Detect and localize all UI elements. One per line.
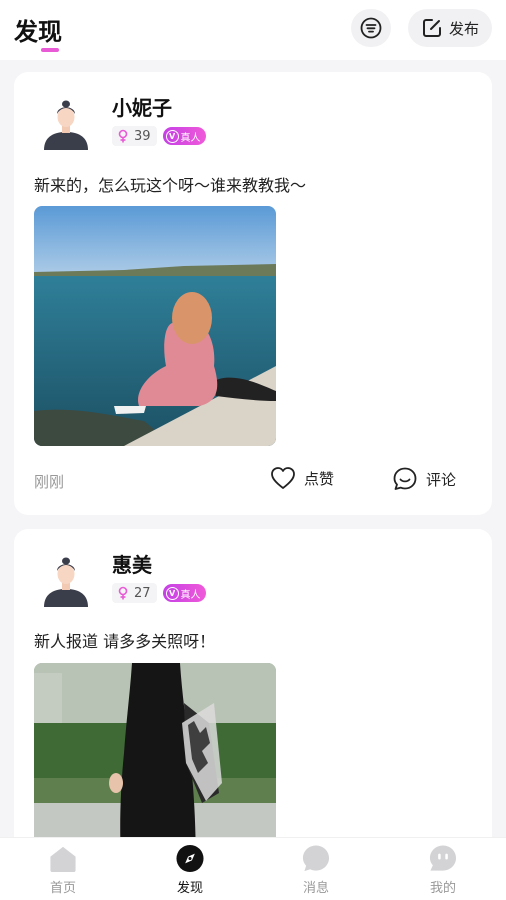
female-icon <box>118 586 128 600</box>
tab-home-label: 首页 <box>49 881 76 896</box>
post-photo[interactable] <box>34 663 276 837</box>
post-text: 新人报道 请多多关照呀！ <box>34 632 216 651</box>
feed-list[interactable]: 小妮子 39 V 真人 新来的，怎么玩这个呀～谁来教教我～ 刚刚 点赞 评论 惠… <box>0 60 506 837</box>
avatar[interactable] <box>42 98 90 150</box>
username[interactable]: 惠美 <box>112 549 152 578</box>
page-title: 发现 <box>14 18 62 46</box>
garden-photo-image <box>34 663 276 837</box>
post-time: 刚刚 <box>34 473 65 491</box>
tab-discover[interactable]: 发现 <box>150 844 230 896</box>
verified-mark: V <box>165 586 179 600</box>
age-badge: 27 <box>112 583 157 603</box>
compass-icon <box>176 844 204 873</box>
comment-icon <box>393 467 417 490</box>
tab-messages[interactable]: 消息 <box>276 844 356 896</box>
top-header: 发现 发布 <box>0 0 506 60</box>
message-icon <box>302 845 330 872</box>
tab-home[interactable]: 首页 <box>23 844 103 896</box>
tab-discover-label: 发现 <box>176 881 203 896</box>
heart-icon <box>271 467 295 489</box>
user-meta: 27 V 真人 <box>112 583 206 603</box>
profile-icon <box>429 845 457 871</box>
edit-icon <box>422 19 441 37</box>
verified-mark: V <box>165 129 179 143</box>
tab-profile-label: 我的 <box>429 881 456 896</box>
user-meta: 39 V 真人 <box>112 126 206 146</box>
age-value: 39 <box>134 128 151 144</box>
verified-label: 真人 <box>180 589 201 601</box>
publish-button[interactable]: 发布 <box>408 9 492 47</box>
female-icon <box>118 129 128 143</box>
age-badge: 39 <box>112 126 157 146</box>
publish-label: 发布 <box>448 19 479 38</box>
filter-lines-icon <box>360 17 382 39</box>
username[interactable]: 小妮子 <box>112 92 172 121</box>
sea-photo-image <box>34 206 276 446</box>
comment-button[interactable]: 评论 <box>392 466 456 492</box>
post-text: 新来的，怎么玩这个呀～谁来教教我～ <box>34 176 307 195</box>
bottom-tab-bar: 首页 发现 消息 我的 <box>0 837 506 900</box>
verified-badge: V 真人 <box>162 127 206 145</box>
comment-label: 评论 <box>426 470 457 489</box>
verified-label: 真人 <box>180 132 201 144</box>
post-photo[interactable] <box>34 206 276 446</box>
post-card[interactable]: 惠美 27 V 真人 新人报道 请多多关照呀！ <box>14 529 492 837</box>
post-card[interactable]: 小妮子 39 V 真人 新来的，怎么玩这个呀～谁来教教我～ 刚刚 点赞 评论 <box>14 72 492 515</box>
filter-button[interactable] <box>351 9 391 47</box>
age-value: 27 <box>134 585 151 601</box>
title-active-indicator <box>41 48 59 52</box>
like-label: 点赞 <box>304 469 335 488</box>
tab-messages-label: 消息 <box>302 881 329 896</box>
avatar[interactable] <box>42 555 90 607</box>
tab-profile[interactable]: 我的 <box>403 844 483 896</box>
like-button[interactable]: 点赞 <box>270 466 334 490</box>
verified-badge: V 真人 <box>162 584 206 602</box>
home-icon <box>50 846 76 873</box>
